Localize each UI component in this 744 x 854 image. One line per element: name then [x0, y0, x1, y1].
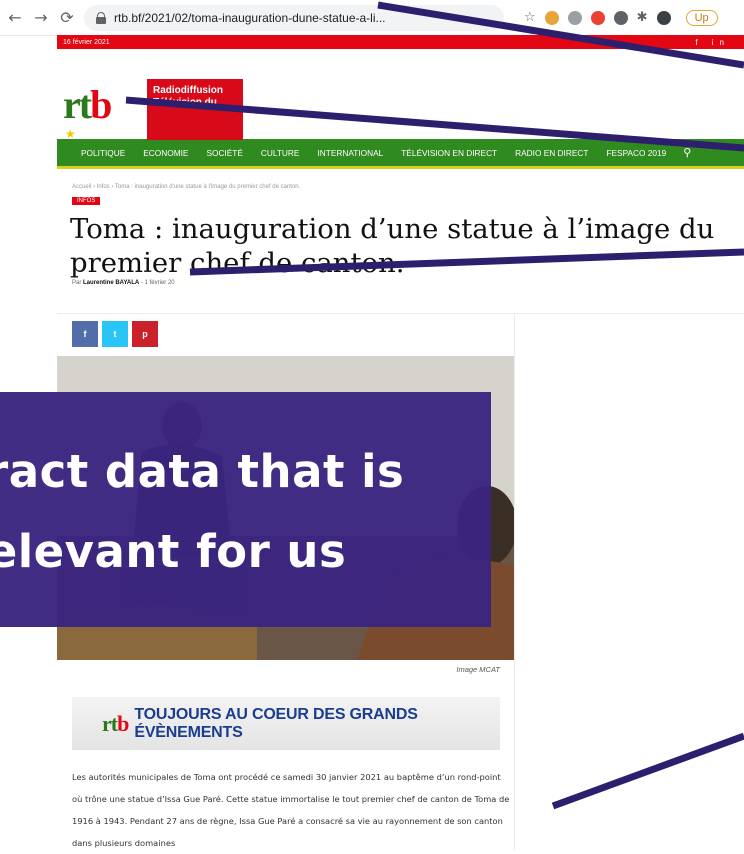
- annotation-line: [189, 248, 744, 276]
- annotation-lines: [125, 1, 744, 810]
- annotation-line: [551, 732, 744, 810]
- annotation-line: [377, 1, 744, 69]
- annotation-line: [125, 96, 744, 152]
